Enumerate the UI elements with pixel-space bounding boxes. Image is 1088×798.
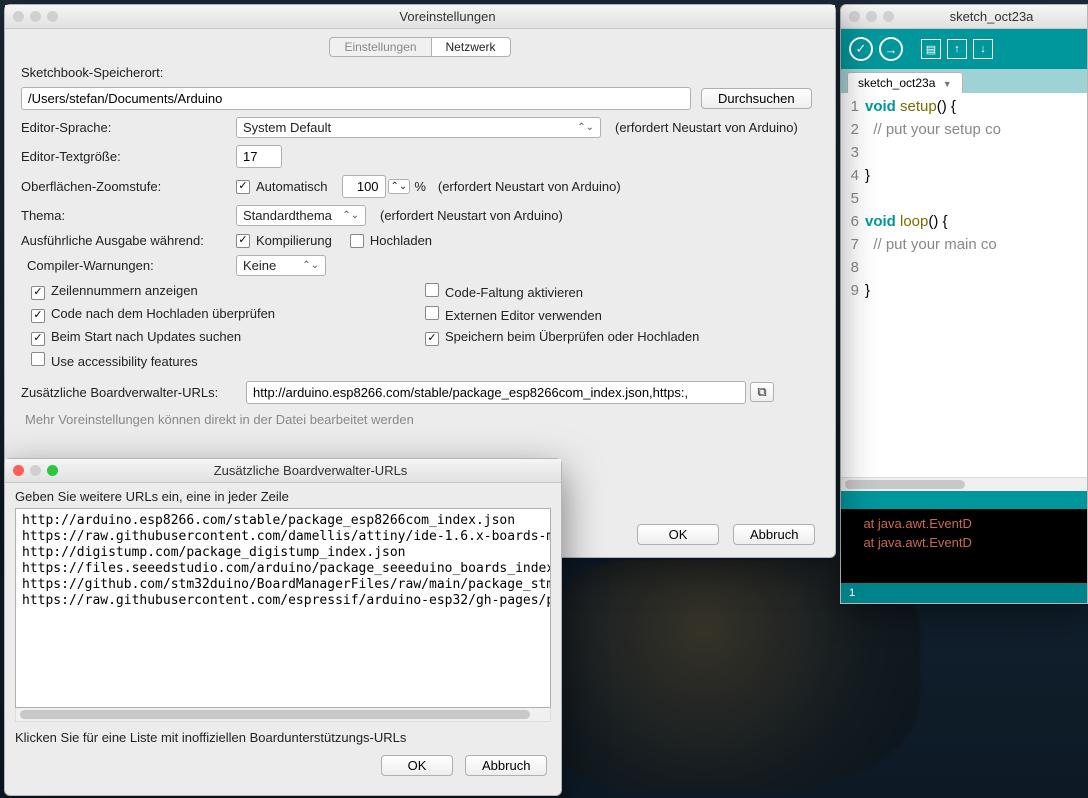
verbose-label: Ausführliche Ausgabe während:: [21, 233, 236, 248]
sketch-title: sketch_oct23a: [904, 9, 1079, 24]
zoom-auto-label: Automatisch: [256, 179, 328, 194]
close-icon[interactable]: [849, 11, 860, 22]
external-editor-label: Externen Editor verwenden: [445, 308, 602, 323]
file-tabs: sketch_oct23a ▼: [841, 69, 1087, 93]
board-urls-input[interactable]: [246, 381, 746, 404]
open-icon[interactable]: ↑: [947, 39, 967, 59]
urls-hint: Geben Sie weitere URLs ein, eine in jede…: [5, 483, 561, 508]
unofficial-list-link[interactable]: Klicken Sie für eine Liste mit inoffizie…: [5, 722, 561, 745]
editor-scrollbar[interactable]: [841, 477, 1087, 491]
prefs-titlebar[interactable]: Voreinstellungen: [5, 5, 835, 29]
linenumbers-checkbox[interactable]: [31, 286, 45, 300]
console[interactable]: at java.awt.EventD at java.awt.EventD: [841, 509, 1087, 583]
upload-button[interactable]: →: [879, 37, 903, 61]
theme-label: Thema:: [21, 208, 236, 223]
zoom-auto-checkbox[interactable]: [236, 180, 250, 194]
chevron-updown-icon: ⌃⌄: [342, 210, 359, 221]
verbose-compile-label: Kompilierung: [256, 233, 332, 248]
urls-textarea[interactable]: [15, 508, 551, 708]
minimize-icon[interactable]: [30, 11, 41, 22]
cancel-button[interactable]: Abbruch: [465, 755, 547, 776]
zoom-input[interactable]: [342, 175, 386, 198]
cancel-button[interactable]: Abbruch: [733, 524, 815, 545]
zoom-label: Oberflächen-Zoomstufe:: [21, 179, 236, 194]
folding-checkbox[interactable]: [425, 283, 439, 297]
close-icon[interactable]: [13, 465, 24, 476]
sketch-titlebar[interactable]: sketch_oct23a: [841, 5, 1087, 29]
tab-network[interactable]: Netzwerk: [432, 37, 511, 57]
message-bar: [841, 491, 1087, 509]
fontsize-input[interactable]: [236, 145, 282, 168]
board-urls-label: Zusätzliche Boardverwalter-URLs:: [21, 385, 246, 400]
save-on-verify-checkbox[interactable]: [425, 332, 439, 346]
zoom-icon[interactable]: [883, 11, 894, 22]
minimize-icon[interactable]: [866, 11, 877, 22]
verify-button[interactable]: ✓: [849, 37, 873, 61]
prefs-title: Voreinstellungen: [68, 9, 827, 24]
chevron-down-icon[interactable]: ▼: [943, 79, 952, 89]
more-prefs-note: Mehr Voreinstellungen können direkt in d…: [25, 412, 819, 427]
save-on-verify-label: Speichern beim Überprüfen oder Hochladen: [445, 329, 699, 344]
new-icon[interactable]: ▤: [921, 39, 941, 59]
accessibility-checkbox[interactable]: [31, 352, 45, 366]
zoom-pct: %: [414, 179, 426, 194]
verbose-compile-checkbox[interactable]: [236, 234, 250, 248]
verbose-upload-checkbox[interactable]: [350, 234, 364, 248]
urls-titlebar[interactable]: Zusätzliche Boardverwalter-URLs: [5, 459, 561, 483]
restart-note: (erfordert Neustart von Arduino): [438, 179, 621, 194]
urls-title: Zusätzliche Boardverwalter-URLs: [68, 463, 553, 478]
warnings-select[interactable]: Keine⌃⌄: [236, 255, 326, 276]
sketch-window: sketch_oct23a ✓ → ▤ ↑ ↓ sketch_oct23a ▼ …: [840, 4, 1088, 604]
file-tab[interactable]: sketch_oct23a ▼: [847, 72, 963, 93]
chevron-updown-icon: ⌃⌄: [577, 122, 594, 133]
updates-label: Beim Start nach Updates suchen: [51, 329, 241, 344]
sketchbook-path-input[interactable]: [21, 87, 691, 110]
verify-label: Code nach dem Hochladen überprüfen: [51, 306, 275, 321]
file-tab-label: sketch_oct23a: [858, 76, 935, 90]
stepper-icon[interactable]: ⌃⌄: [388, 179, 411, 194]
tab-settings[interactable]: Einstellungen: [329, 37, 431, 57]
zoom-icon[interactable]: [47, 465, 58, 476]
minimize-icon[interactable]: [30, 465, 41, 476]
language-select[interactable]: System Default⌃⌄: [236, 117, 601, 138]
restart-note: (erfordert Neustart von Arduino): [615, 120, 798, 135]
toolbar: ✓ → ▤ ↑ ↓: [841, 29, 1087, 69]
linenumbers-label: Zeilennummern anzeigen: [51, 283, 198, 298]
close-icon[interactable]: [13, 11, 24, 22]
code-editor[interactable]: 1void setup() { 2 // put your setup co 3…: [841, 93, 1087, 477]
zoom-icon[interactable]: [47, 11, 58, 22]
browse-button[interactable]: Durchsuchen: [701, 88, 812, 109]
prefs-tabs: Einstellungen Netzwerk: [21, 37, 819, 57]
restart-note: (erfordert Neustart von Arduino): [380, 208, 563, 223]
fontsize-label: Editor-Textgröße:: [21, 149, 236, 164]
board-urls-dialog: Zusätzliche Boardverwalter-URLs Geben Si…: [4, 458, 562, 796]
warnings-label: Compiler-Warnungen:: [21, 258, 236, 273]
accessibility-label: Use accessibility features: [51, 354, 198, 369]
folding-label: Code-Faltung aktivieren: [445, 285, 583, 300]
sketchbook-label: Sketchbook-Speicherort:: [21, 65, 819, 80]
save-icon[interactable]: ↓: [973, 39, 993, 59]
ok-button[interactable]: OK: [637, 524, 719, 545]
external-editor-checkbox[interactable]: [425, 306, 439, 320]
language-label: Editor-Sprache:: [21, 120, 236, 135]
theme-select[interactable]: Standardthema⌃⌄: [236, 205, 366, 226]
updates-checkbox[interactable]: [31, 332, 45, 346]
chevron-updown-icon: ⌃⌄: [302, 260, 319, 271]
expand-urls-button[interactable]: ⧉: [750, 382, 774, 402]
verify-checkbox[interactable]: [31, 309, 45, 323]
ok-button[interactable]: OK: [381, 755, 453, 776]
verbose-upload-label: Hochladen: [370, 233, 432, 248]
urls-scrollbar[interactable]: [15, 708, 551, 722]
status-bar: 1: [841, 583, 1087, 603]
